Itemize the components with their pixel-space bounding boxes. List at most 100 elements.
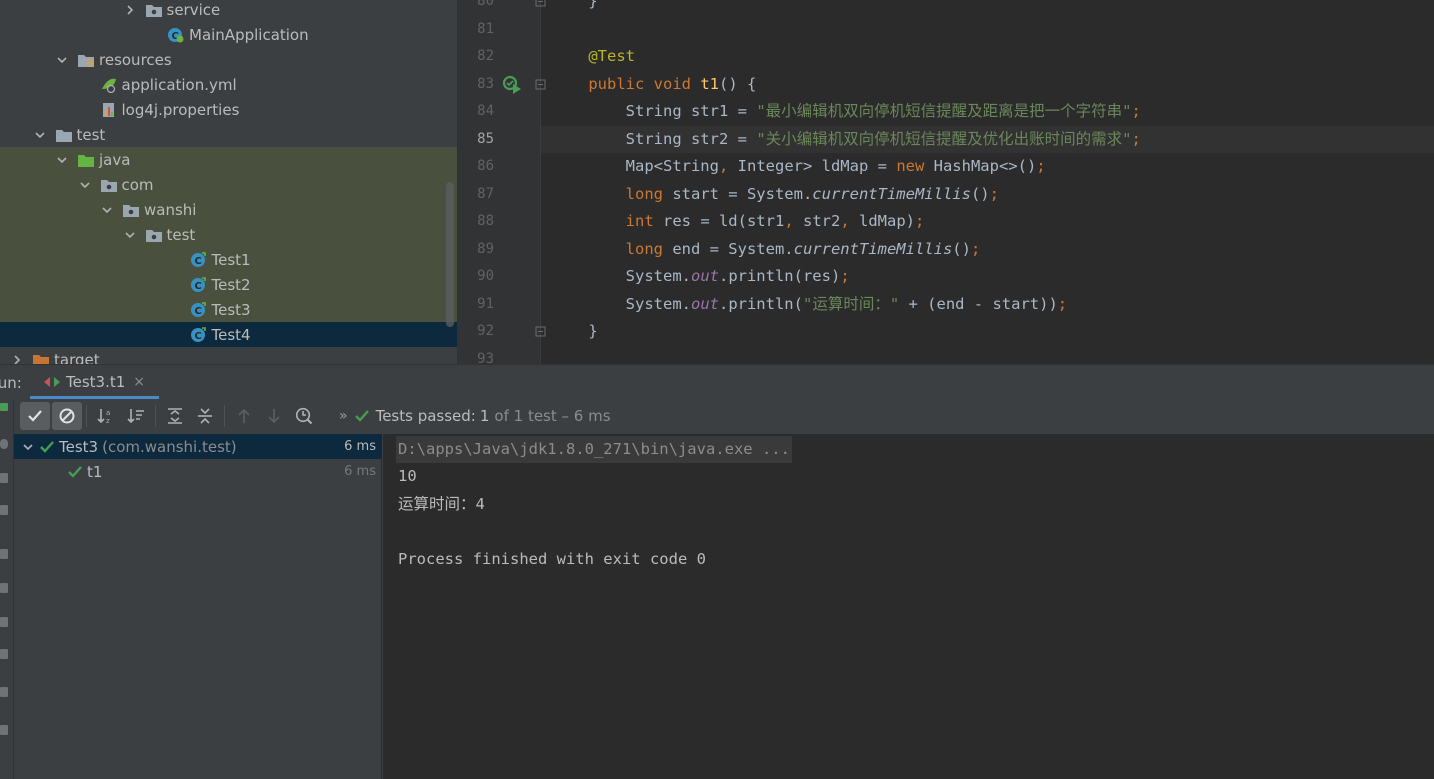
settings-icon[interactable] (0, 473, 8, 483)
code-token: @Test (551, 47, 635, 65)
fold-icon[interactable] (535, 79, 546, 90)
tree-item[interactable]: C Test1 (0, 247, 457, 272)
console-line: Process finished with exit code 0 (398, 550, 706, 568)
previous-failed-button[interactable] (229, 402, 259, 430)
collapse-all-button[interactable] (190, 402, 220, 430)
arrow-icon[interactable] (0, 725, 8, 735)
code-line[interactable] (541, 16, 1434, 44)
test-result-row[interactable]: Test3 (com.wanshi.test) 6 ms (14, 434, 382, 459)
code-line[interactable]: public void t1() { (541, 71, 1434, 99)
tree-item[interactable]: service (0, 0, 457, 22)
code-line[interactable]: } (541, 318, 1434, 346)
code-line[interactable]: System.out.println(res); (541, 263, 1434, 291)
code-token: currentTimeMillis (812, 184, 971, 203)
chevron-down-icon[interactable] (123, 228, 137, 242)
console-command-line[interactable]: D:\apps\Java\jdk1.8.0_271\bin\java.exe .… (396, 436, 792, 463)
sort-duration-button[interactable] (121, 402, 151, 430)
editor-gutter: 80 81 82 83 84 85 86 87 88 89 90 91 92 93 (458, 0, 540, 364)
chevron-down-icon[interactable] (78, 178, 92, 192)
code-line[interactable]: } (541, 0, 1434, 16)
tree-item[interactable]: target (0, 347, 457, 364)
passed-check-icon (68, 465, 82, 478)
show-passed-button[interactable] (20, 402, 50, 430)
chevron-down-icon[interactable] (33, 128, 47, 142)
fold-icon[interactable] (535, 0, 546, 7)
code-line[interactable]: String str2 = "关小编辑机双向停机短信提醒及优化出账时间的需求"; (541, 125, 1434, 153)
stop-icon[interactable] (0, 439, 8, 449)
tree-item[interactable]: com (0, 172, 457, 197)
tree-item-label: wanshi (144, 200, 197, 219)
toolbar-more-button[interactable]: » (339, 408, 348, 424)
test-result-row[interactable]: t1 6 ms (14, 459, 382, 484)
tree-item[interactable]: C Test2 (0, 272, 457, 297)
code-line[interactable]: int res = ld(str1, str2, ldMap); (541, 208, 1434, 236)
pin-icon[interactable] (0, 549, 8, 559)
tree-item-label: com (121, 175, 154, 194)
arrow-down-icon (268, 409, 280, 424)
code-line[interactable]: Map<String, Integer> ldMap = new HashMap… (541, 153, 1434, 181)
test-results-tree: Test3 (com.wanshi.test) 6 ms t1 6 ms (14, 434, 382, 779)
tab-test3-t1[interactable]: Test3.t1 × (30, 365, 159, 399)
run-test-gutter-icon[interactable] (502, 74, 522, 94)
line-number: 90 (477, 268, 494, 284)
tree-scrollbar[interactable] (446, 182, 454, 327)
test-class-name: Test3 (59, 437, 99, 456)
line-number: 81 (477, 20, 494, 37)
chevron-down-icon[interactable] (55, 53, 69, 67)
chevron-down-icon[interactable] (22, 441, 34, 453)
chevron-down-icon[interactable] (100, 203, 114, 217)
code-line[interactable]: System.out.println("运算时间：" + (end - star… (541, 291, 1434, 319)
rerun-icon[interactable] (0, 403, 8, 411)
grid-icon[interactable] (0, 687, 8, 697)
console-output[interactable]: D:\apps\Java\jdk1.8.0_271\bin\java.exe .… (383, 434, 1434, 779)
tree-item[interactable]: wanshi (0, 197, 457, 222)
line-number: 89 (477, 240, 494, 257)
tree-item[interactable]: test (0, 122, 457, 147)
code-line[interactable]: long start = System.currentTimeMillis(); (541, 181, 1434, 209)
line-number: 80 (477, 0, 494, 9)
code-line[interactable]: @Test (541, 43, 1434, 71)
tree-item[interactable]: C Test3 (0, 297, 457, 322)
properties-file-icon (100, 102, 118, 118)
code-token: HashMap<>() (924, 157, 1037, 175)
tree-item[interactable]: C Test4 (0, 322, 457, 347)
tree-item[interactable]: test (0, 222, 457, 247)
tree-item[interactable]: java (0, 147, 457, 172)
spring-config-icon (100, 77, 118, 93)
code-token: res = ld(str1 (653, 212, 785, 230)
test-history-button[interactable] (289, 402, 319, 430)
tests-status: Tests passed: 1 of 1 test – 6 ms (354, 407, 611, 425)
tree-item[interactable]: C MainApplication (0, 22, 457, 47)
next-failed-button[interactable] (259, 402, 289, 430)
chevron-right-icon[interactable] (10, 353, 24, 364)
tree-item[interactable]: application.yml (0, 72, 457, 97)
show-ignored-button[interactable] (52, 402, 82, 430)
code-editor[interactable]: 80 81 82 83 84 85 86 87 88 89 90 91 92 93 } @Test pub… (458, 0, 1434, 364)
code-token: out (690, 267, 719, 285)
refresh-icon[interactable] (0, 505, 8, 515)
expand-all-button[interactable] (160, 402, 190, 430)
close-icon[interactable]: × (133, 374, 145, 390)
tree-item-label: resources (99, 50, 172, 69)
code-line[interactable]: long end = System.currentTimeMillis(); (541, 236, 1434, 264)
code-line[interactable] (541, 346, 1434, 365)
code-token: ; (989, 184, 999, 203)
code-token: , (718, 157, 729, 175)
svg-text:C: C (194, 306, 201, 317)
sort-alpha-button[interactable]: az (91, 402, 121, 430)
code-token: public void (551, 74, 701, 93)
test-class-icon: C (190, 276, 208, 293)
chevron-right-icon[interactable] (123, 3, 137, 17)
line-number: 93 (477, 350, 494, 365)
tree-item[interactable]: log4j.properties (0, 97, 457, 122)
line-number: 86 (477, 158, 494, 174)
layout-icon[interactable] (0, 583, 8, 593)
code-token: "关小编辑机双向停机短信提醒及优化出账时间的需求" (756, 129, 1132, 148)
document-icon[interactable] (0, 649, 8, 659)
tree-item[interactable]: resources (0, 47, 457, 72)
chevron-down-icon[interactable] (55, 153, 69, 167)
fold-icon[interactable] (535, 326, 546, 337)
code-line[interactable]: String str1 = "最小编辑机双向停机短信提醒及距离是把一个字符串"; (541, 98, 1434, 126)
export-icon[interactable] (0, 617, 8, 627)
test-class-icon: C (190, 251, 208, 268)
